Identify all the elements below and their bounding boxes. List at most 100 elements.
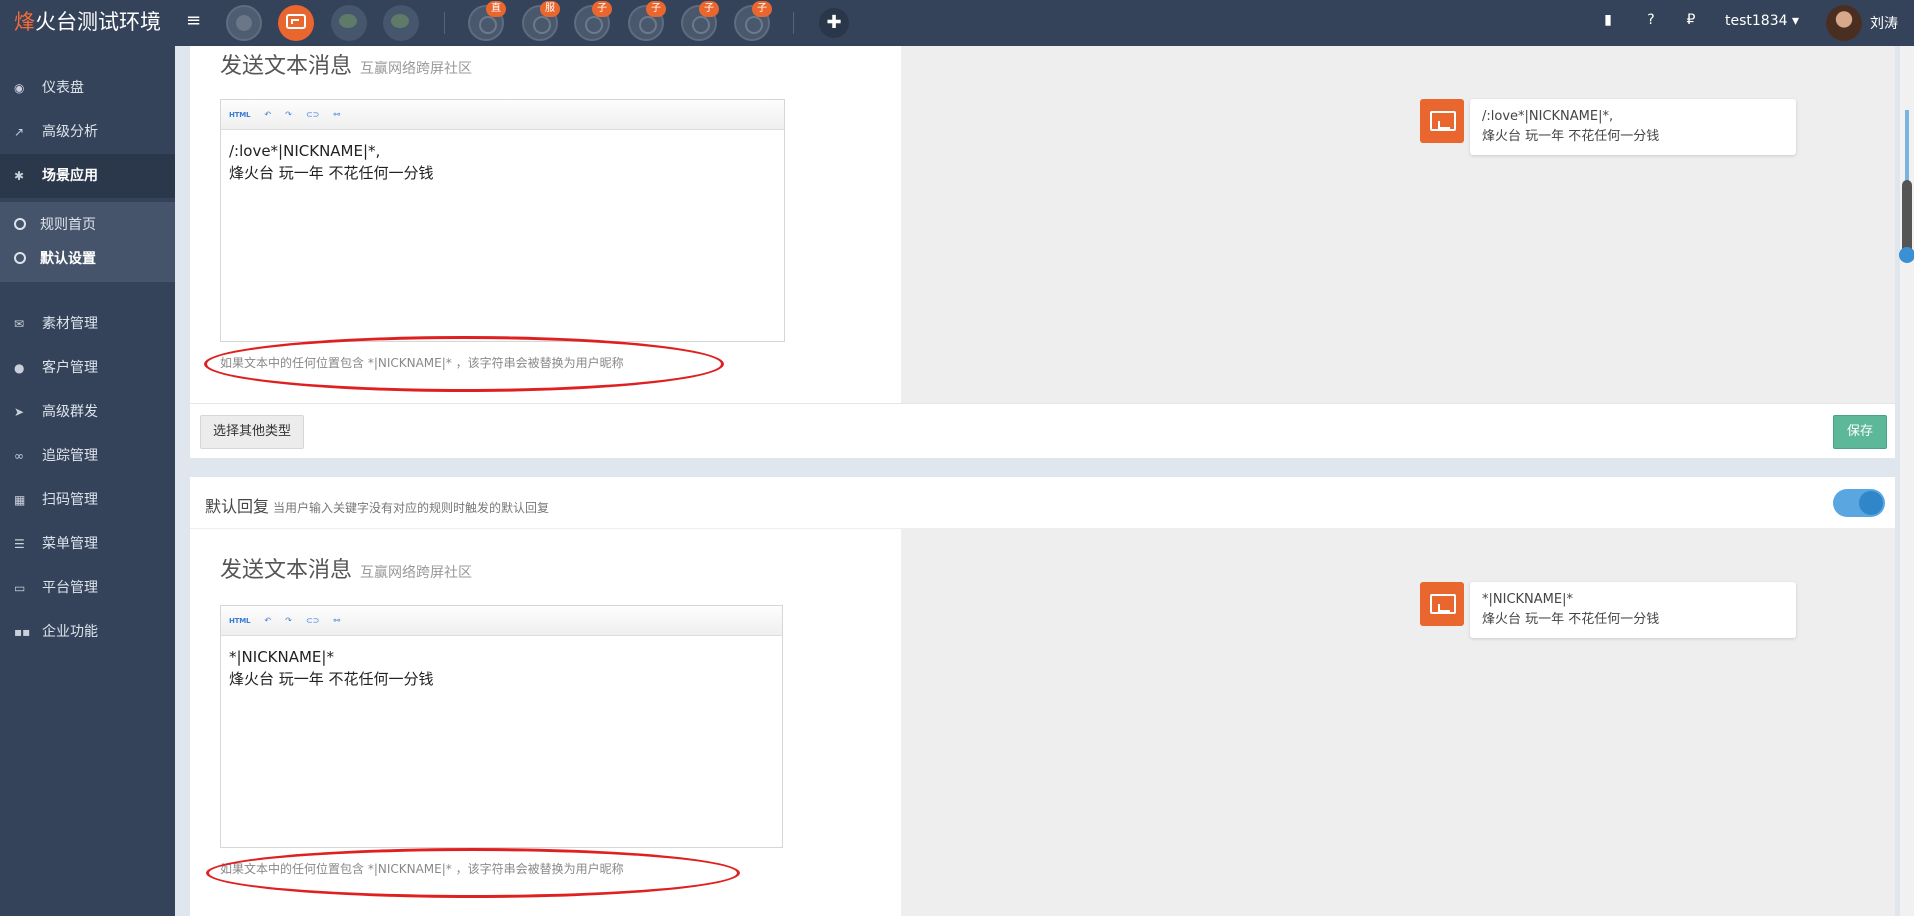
sidebar-item-materials[interactable]: ✉ 素材管理 <box>0 302 175 346</box>
editor-content[interactable]: /:love*|NICKNAME|*, 烽火台 玩一年 不花任何一分钱 <box>221 130 784 194</box>
send-icon: ➤ <box>14 405 25 419</box>
account-wechat-2[interactable] <box>383 5 419 41</box>
preview-line: 烽火台 玩一年 不花任何一分钱 <box>1482 129 1660 144</box>
sidebar-item-tracking[interactable]: ∞ 追踪管理 <box>0 434 175 478</box>
message-preview-area: *|NICKNAME|* 烽火台 玩一年 不花任何一分钱 <box>901 529 1895 916</box>
sidebar-item-qrcode[interactable]: ▦ 扫码管理 <box>0 478 175 522</box>
redo-icon[interactable]: ↷ <box>285 615 292 627</box>
circle-icon <box>14 252 26 264</box>
sidebar: ◉ 仪表盘 ↗ 高级分析 ✱ 场景应用 规则首页 默认设置 ✉ 素材管理 ● 客户管理 ➤… <box>0 46 175 916</box>
sidebar-subitem-defaults[interactable]: 默认设置 <box>0 242 175 276</box>
sidebar-item-label: 场景应用 <box>42 168 98 184</box>
link-icon[interactable]: ⊂⊃ <box>306 109 319 121</box>
currency-icon[interactable]: ₽ <box>1681 12 1701 28</box>
scenes-submenu: 规则首页 默认设置 <box>0 202 175 282</box>
account-direct[interactable]: 直 <box>468 1 506 41</box>
circle-icon <box>14 218 26 230</box>
preview-line: /:love*|NICKNAME|*, <box>1482 109 1614 124</box>
app-title-first-char: 烽 <box>14 10 35 34</box>
html-mode-button[interactable]: HTML <box>229 109 250 121</box>
sidebar-item-scenes[interactable]: ✱ 场景应用 <box>0 154 175 198</box>
select-other-type-button[interactable]: 选择其他类型 <box>200 415 305 449</box>
default-reply-toggle[interactable] <box>1833 489 1885 517</box>
section-title-text: 发送文本消息 <box>220 54 353 79</box>
account-avatar-grey[interactable] <box>226 5 262 41</box>
panel-keyword-reply: /:love*|NICKNAME|*, 烽火台 玩一年 不花任何一分钱 发送文本… <box>190 46 1895 458</box>
section-subtitle: 互赢网络跨屏社区 <box>360 61 473 77</box>
account-wechat-1[interactable] <box>331 5 367 41</box>
account-sub-1[interactable]: 子 <box>574 1 612 41</box>
sidebar-item-label: 平台管理 <box>42 580 98 596</box>
badge-direct: 直 <box>486 1 506 17</box>
screen-share-icon <box>286 14 306 29</box>
user-avatar[interactable] <box>1826 5 1862 41</box>
app-title[interactable]: 烽火台测试环境 <box>0 0 175 46</box>
sidebar-item-label: 仪表盘 <box>42 80 84 96</box>
sidebar-subitem-rules[interactable]: 规则首页 <box>0 208 175 242</box>
sidebar-item-label: 素材管理 <box>42 316 98 332</box>
help-icon[interactable]: ? <box>1641 12 1661 28</box>
sidebar-item-broadcast[interactable]: ➤ 高级群发 <box>0 390 175 434</box>
save-button[interactable]: 保存 <box>1833 415 1887 449</box>
sidebar-item-label: 企业功能 <box>42 624 98 640</box>
dashboard-icon: ◉ <box>14 81 25 95</box>
menu-toggle-icon[interactable]: ≡ <box>186 12 204 30</box>
preview-line: 烽火台 玩一年 不花任何一分钱 <box>1482 612 1660 627</box>
editor-line: 烽火台 玩一年 不花任何一分钱 <box>229 164 434 182</box>
undo-icon[interactable]: ↶ <box>264 615 271 627</box>
account-avatar-active[interactable] <box>278 5 314 41</box>
account-sub-4[interactable]: 子 <box>734 1 772 41</box>
section-subtitle: 互赢网络跨屏社区 <box>360 565 473 581</box>
default-reply-desc: 当用户输入关键字没有对应的规则时触发的默认回复 <box>273 501 550 515</box>
sidebar-item-platform[interactable]: ▭ 平台管理 <box>0 566 175 610</box>
red-annotation-ellipse <box>204 336 724 392</box>
redo-icon[interactable]: ↷ <box>285 109 292 121</box>
sidebar-subitem-label: 规则首页 <box>40 217 96 233</box>
editor-line: *|NICKNAME|* <box>229 648 334 666</box>
default-reply-title: 默认回复 当用户输入关键字没有对应的规则时触发的默认回复 <box>205 493 549 517</box>
sidebar-item-label: 菜单管理 <box>42 536 98 552</box>
book-icon[interactable]: ▮ <box>1598 12 1618 28</box>
editor-line: 烽火台 玩一年 不花任何一分钱 <box>229 670 434 688</box>
username-dropdown[interactable]: test1834 ▾ <box>1725 13 1799 29</box>
message-preview-bubble: /:love*|NICKNAME|*, 烽火台 玩一年 不花任何一分钱 <box>1470 99 1796 155</box>
preview-line: *|NICKNAME|* <box>1482 592 1573 607</box>
sidebar-item-customers[interactable]: ● 客户管理 <box>0 346 175 390</box>
unlink-icon[interactable]: ⚯ <box>333 109 340 121</box>
list-icon: ☰ <box>14 537 25 551</box>
badge-sub: 子 <box>752 1 772 17</box>
red-annotation-ellipse <box>206 848 740 898</box>
badge-sub: 子 <box>646 1 666 17</box>
account-sub-2[interactable]: 子 <box>628 1 666 41</box>
undo-icon[interactable]: ↶ <box>264 109 271 121</box>
panel-default-reply: 默认回复 当用户输入关键字没有对应的规则时触发的默认回复 *|NICKNAME|*… <box>190 477 1895 916</box>
message-avatar-icon <box>1420 582 1464 626</box>
sidebar-item-label: 扫码管理 <box>42 492 98 508</box>
sidebar-item-enterprise[interactable]: ▪▪ 企业功能 <box>0 610 175 654</box>
user-real-name[interactable]: 刘涛 <box>1870 13 1898 33</box>
section-title: 发送文本消息 互赢网络跨屏社区 <box>220 48 472 80</box>
grid-icon: ▪▪ <box>14 625 31 639</box>
sidebar-item-label: 追踪管理 <box>42 448 98 464</box>
account-sub-3[interactable]: 子 <box>681 1 719 41</box>
sidebar-subitem-label: 默认设置 <box>40 251 96 267</box>
badge-sub: 子 <box>699 1 719 17</box>
monitor-icon: ▭ <box>14 581 26 595</box>
toolbar-divider <box>793 12 794 34</box>
editor-content[interactable]: *|NICKNAME|* 烽火台 玩一年 不花任何一分钱 <box>221 636 782 700</box>
html-mode-button[interactable]: HTML <box>229 615 250 627</box>
sidebar-item-menu[interactable]: ☰ 菜单管理 <box>0 522 175 566</box>
section-title-text: 发送文本消息 <box>220 558 353 583</box>
account-service[interactable]: 服 <box>522 1 560 41</box>
text-editor: HTML ↶ ↷ ⊂⊃ ⚯ *|NICKNAME|* 烽火台 玩一年 不花任何一… <box>220 605 783 848</box>
link-icon[interactable]: ⊂⊃ <box>306 615 319 627</box>
editor-toolbar: HTML ↶ ↷ ⊂⊃ ⚯ <box>221 606 782 636</box>
editor-toolbar: HTML ↶ ↷ ⊂⊃ ⚯ <box>221 100 784 130</box>
app-title-rest: 火台测试环境 <box>35 10 161 34</box>
unlink-icon[interactable]: ⚯ <box>333 615 340 627</box>
qrcode-icon: ▦ <box>14 493 26 507</box>
default-reply-header: 默认回复 当用户输入关键字没有对应的规则时触发的默认回复 <box>190 477 1895 529</box>
add-account-button[interactable]: ✚ <box>819 8 849 38</box>
sidebar-item-analytics[interactable]: ↗ 高级分析 <box>0 110 175 154</box>
sidebar-item-dashboard[interactable]: ◉ 仪表盘 <box>0 66 175 110</box>
